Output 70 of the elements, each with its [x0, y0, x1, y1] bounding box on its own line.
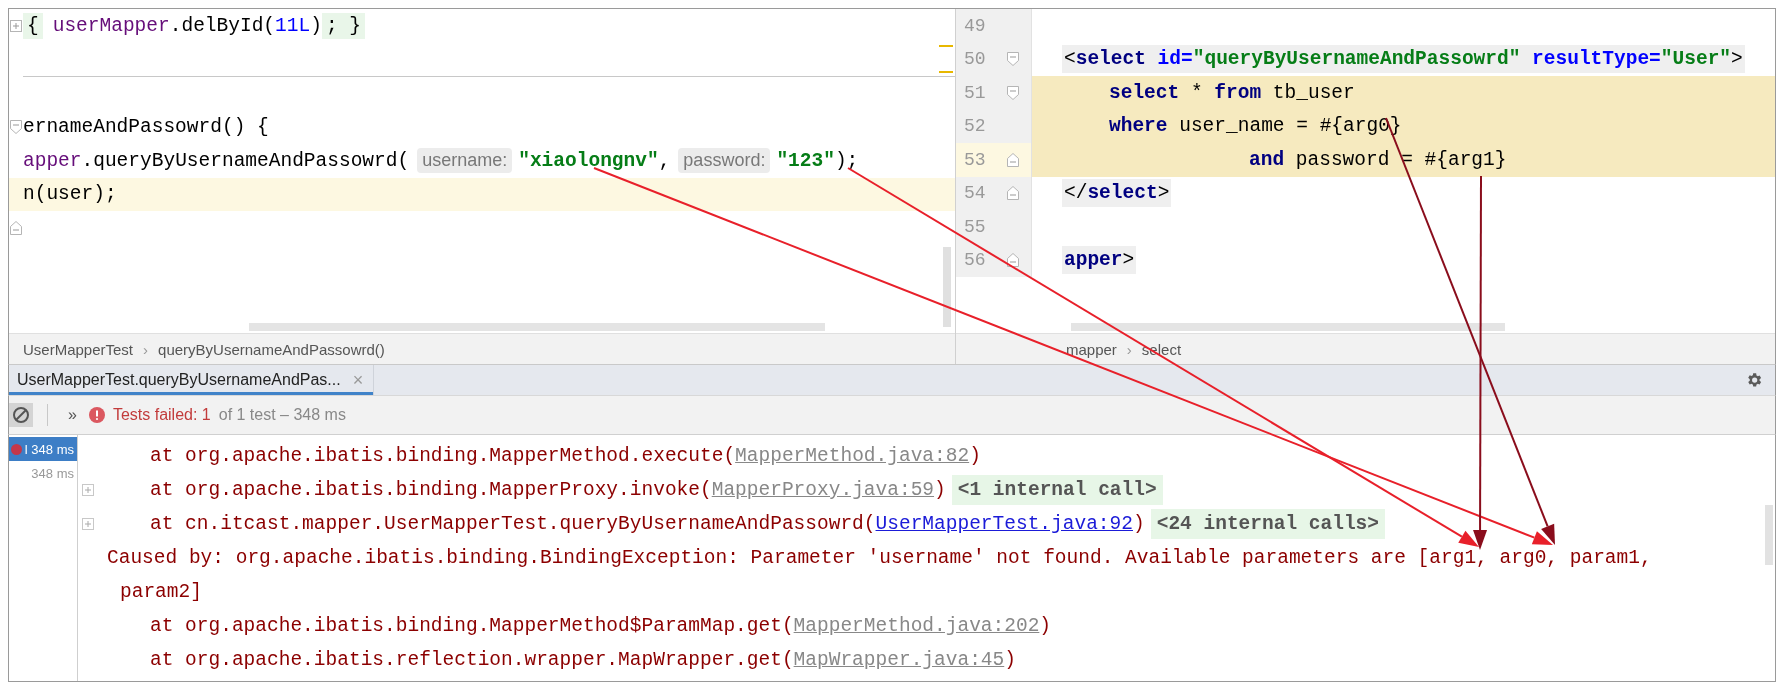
scrollbar[interactable] [1765, 505, 1773, 565]
fold-icon[interactable] [1007, 85, 1019, 100]
source-link[interactable]: MapperMethod.java:82 [735, 445, 970, 467]
line-number: 50 [963, 49, 987, 70]
code-text: select * from tb_user [1109, 81, 1355, 104]
scrollbar[interactable] [943, 247, 951, 327]
fold-icon[interactable] [10, 19, 22, 32]
fold-icon[interactable] [10, 220, 22, 235]
line-number: 54 [963, 183, 987, 204]
expand-icon[interactable] [82, 518, 94, 530]
source-link[interactable]: MapWrapper.java:45 [793, 649, 1005, 671]
test-item[interactable]: l 348 ms [9, 437, 77, 461]
test-summary: of 1 test – 348 ms [218, 406, 346, 424]
line-number: 53 [963, 149, 987, 170]
fold-icon[interactable] [1007, 152, 1019, 167]
console-text: ) [1004, 649, 1016, 671]
scrollbar[interactable] [249, 323, 825, 331]
fold-icon[interactable] [10, 120, 22, 135]
console-text: at org.apache.ibatis.reflection.wrapper.MapWrapper.get( [150, 649, 794, 671]
source-link[interactable]: MapperProxy.java:59 [711, 479, 935, 501]
fold-icon[interactable] [1007, 253, 1019, 268]
folded-code[interactable]: { [23, 12, 43, 39]
parameter-hint: username: [417, 148, 513, 174]
settings-icon[interactable] [1745, 371, 1763, 389]
change-marker [939, 71, 953, 73]
code-text: </select> [1062, 179, 1172, 208]
console-text: ) [934, 479, 946, 501]
console-text: ) [1039, 615, 1052, 637]
line-number: 55 [963, 216, 987, 237]
test-status: Tests failed: 1 [112, 406, 211, 424]
console-text: ) [969, 445, 981, 467]
breadcrumb-separator: › [1126, 340, 1132, 358]
code-text: apper> [1062, 246, 1137, 275]
console-text: at cn.itcast.mapper.UserMapperTest.queryByUsernameAndPassowrd( [150, 513, 876, 535]
code-text: ernameAndPassowrd() { [23, 116, 269, 139]
folded-frames[interactable]: <1 internal call> [951, 475, 1163, 505]
breadcrumb-separator: › [143, 340, 149, 358]
cancel-icon[interactable] [9, 403, 33, 427]
fold-icon[interactable] [1007, 186, 1019, 201]
console-text: at org.apache.ibatis.binding.MapperProxy.invoke( [150, 479, 712, 501]
folded-code[interactable]: ; } [321, 12, 365, 39]
console-text: ) [1133, 513, 1145, 535]
code-text: and password = #{arg1} [1249, 148, 1507, 171]
source-link[interactable]: MapperMethod.java:202 [793, 615, 1040, 637]
error-icon [88, 407, 105, 423]
breadcrumb[interactable]: mapper [1066, 340, 1117, 358]
source-link[interactable]: UserMapperTest.java:92 [875, 513, 1133, 535]
parameter-hint: password: [678, 148, 771, 174]
breadcrumb[interactable]: queryByUsernameAndPassowrd() [158, 340, 385, 358]
code-text: n(user); [23, 183, 117, 206]
fold-icon[interactable] [1007, 52, 1019, 67]
console-text: Caused by: org.apache.ibatis.binding.BindingException: Parameter 'username' not found. Available parameters are [arg1, arg0, param1, [107, 547, 1652, 569]
code-text: "xiaolongnv", [518, 149, 671, 172]
expand-icon[interactable] [82, 484, 94, 496]
line-number: 49 [963, 15, 987, 36]
folded-frames[interactable]: <24 internal calls> [1150, 509, 1386, 539]
console-text: param2] [120, 581, 202, 603]
breadcrumb[interactable]: UserMapperTest [23, 340, 134, 358]
code-text: <select id="queryByUsernameAndPassowrd" resultType="User"> [1062, 45, 1745, 74]
console-text: at org.apache.ibatis.binding.MapperMethod$ParamMap.get( [150, 615, 794, 637]
console-text: at org.apache.ibatis.binding.MapperMethod.execute( [150, 445, 736, 467]
change-marker [939, 45, 953, 47]
line-number: 56 [963, 250, 987, 271]
scrollbar[interactable] [1071, 323, 1505, 331]
code-text: userMapper.delById(11L) [52, 14, 322, 37]
expand-icon[interactable]: » [68, 406, 77, 424]
code-text: "123"); [776, 149, 859, 172]
line-number: 52 [963, 116, 987, 137]
code-text: apper.queryByUsernameAndPassowrd( [23, 149, 410, 172]
line-number: 51 [963, 82, 987, 103]
